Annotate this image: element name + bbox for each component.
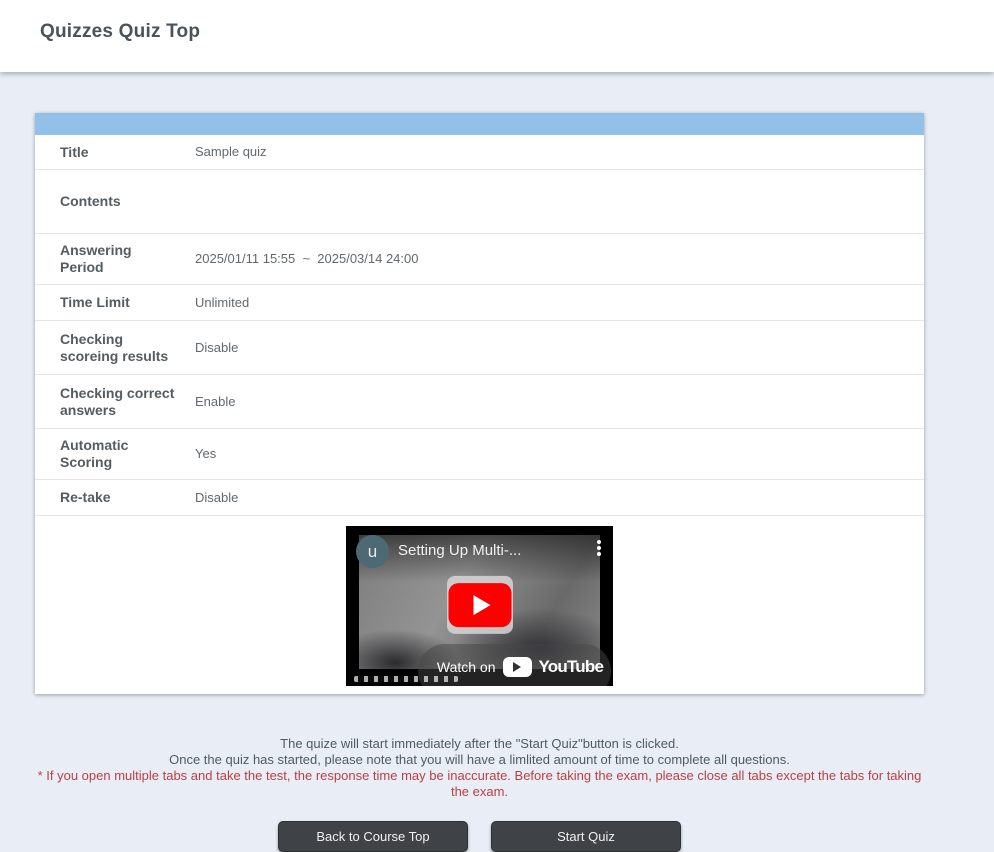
start-quiz-button[interactable]: Start Quiz	[491, 821, 681, 852]
table-row-checking-scoring-results: Checking scoreing results Disable	[35, 321, 924, 375]
row-value: 2025/01/11 15:55 ~ 2025/03/14 24:00	[195, 243, 924, 275]
row-label: Re-take	[35, 481, 195, 514]
row-value: Enable	[195, 386, 924, 418]
table-row-checking-correct-answers: Checking correct answers Enable	[35, 375, 924, 429]
row-label: Title	[35, 136, 195, 169]
row-label: Checking scoreing results	[35, 323, 195, 373]
video-section: u Setting Up Multi-... Watch on YouTube	[35, 516, 924, 694]
row-value	[195, 194, 924, 210]
youtube-logo-triangle-icon	[513, 662, 521, 672]
youtube-wordmark[interactable]: YouTube	[539, 657, 604, 677]
play-triangle-icon	[473, 595, 490, 615]
channel-avatar[interactable]: u	[356, 535, 389, 568]
play-button[interactable]	[448, 583, 511, 627]
quiz-notes: The quize will start immediately after t…	[35, 736, 924, 800]
note-line-2: Once the quiz has started, please note t…	[35, 752, 924, 768]
note-line-1: The quize will start immediately after t…	[35, 736, 924, 752]
table-row-retake: Re-take Disable	[35, 480, 924, 516]
table-row-answering-period: Answering Period 2025/01/11 15:55 ~ 2025…	[35, 234, 924, 285]
row-label: Automatic Scoring	[35, 429, 195, 479]
watch-on-youtube[interactable]: Watch on YouTube	[346, 657, 613, 677]
watch-on-label[interactable]: Watch on	[437, 659, 496, 675]
table-header-bar	[35, 113, 924, 135]
row-value: Disable	[195, 332, 924, 364]
quiz-info-panel: Title Sample quiz Contents Answering Per…	[35, 113, 924, 694]
page-title: Quizzes Quiz Top	[0, 0, 994, 43]
table-row-title: Title Sample quiz	[35, 135, 924, 170]
table-row-time-limit: Time Limit Unlimited	[35, 285, 924, 321]
video-title[interactable]: Setting Up Multi-...	[398, 542, 579, 559]
row-label: Checking correct answers	[35, 377, 195, 427]
page-header: Quizzes Quiz Top	[0, 0, 994, 72]
main-content: Title Sample quiz Contents Answering Per…	[35, 113, 924, 852]
row-value: Unlimited	[195, 287, 924, 319]
row-value: Disable	[195, 482, 924, 514]
table-row-contents: Contents	[35, 170, 924, 234]
row-label: Contents	[35, 185, 195, 218]
table-row-automatic-scoring: Automatic Scoring Yes	[35, 429, 924, 480]
youtube-play-logo-icon[interactable]	[503, 657, 532, 677]
row-label: Time Limit	[35, 286, 195, 319]
multi-tab-warning: * If you open multiple tabs and take the…	[35, 768, 924, 800]
action-buttons: Back to Course Top Start Quiz	[35, 821, 924, 852]
kebab-menu-icon[interactable]	[597, 540, 601, 544]
back-to-course-top-button[interactable]: Back to Course Top	[278, 821, 468, 852]
row-value: Yes	[195, 438, 924, 470]
youtube-embed[interactable]: u Setting Up Multi-... Watch on YouTube	[346, 526, 613, 686]
row-value: Sample quiz	[195, 136, 924, 168]
row-label: Answering Period	[35, 234, 195, 284]
